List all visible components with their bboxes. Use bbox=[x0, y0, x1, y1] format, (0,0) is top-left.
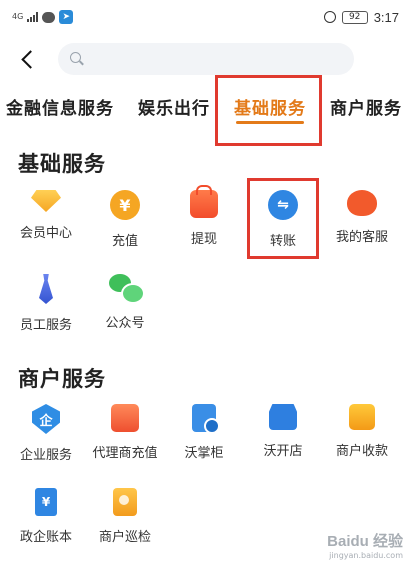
watermark-url: jingyan.baidu.com bbox=[329, 551, 403, 560]
tab-financial-info[interactable]: 金融信息服务 bbox=[6, 94, 114, 119]
enterprise-shield-icon: 企 bbox=[32, 404, 60, 434]
storefront-icon bbox=[269, 404, 297, 430]
service-item-withdraw[interactable]: 提现 bbox=[169, 185, 239, 247]
tab-merchant-services[interactable]: 商户服务 bbox=[330, 94, 402, 119]
service-item-gov-enterprise-ledger[interactable]: ¥ 政企账本 bbox=[11, 488, 81, 545]
service-item-merchant-inspection[interactable]: 商户巡检 bbox=[90, 488, 160, 545]
wechat-icon bbox=[109, 274, 145, 304]
service-item-customer-service[interactable]: 我的客服 bbox=[327, 190, 397, 245]
status-bar: 4G ➤ 92 3:17 bbox=[0, 0, 411, 34]
service-label: 政企账本 bbox=[19, 530, 72, 545]
badge-card-icon bbox=[113, 488, 137, 516]
watermark-logo: Baidu 经验 bbox=[327, 533, 403, 550]
status-time: 3:17 bbox=[373, 9, 399, 25]
search-input[interactable] bbox=[92, 51, 354, 67]
service-item-official-account[interactable]: 公众号 bbox=[90, 274, 160, 331]
document-check-icon bbox=[192, 404, 220, 434]
service-item-enterprise-service[interactable]: 企 企业服务 bbox=[11, 404, 81, 463]
send-arrow-icon: ➤ bbox=[59, 10, 74, 24]
service-item-member-center[interactable]: 会员中心 bbox=[11, 190, 81, 241]
highlight-box-transfer bbox=[247, 178, 319, 259]
service-item-merchant-payment[interactable]: 商户收款 bbox=[327, 404, 397, 459]
search-bar[interactable] bbox=[58, 43, 354, 75]
alarm-clock-icon bbox=[323, 11, 336, 23]
section-title-basic: 基础服务 bbox=[18, 152, 106, 176]
ledger-book-icon: ¥ bbox=[35, 488, 57, 516]
status-left: 4G ➤ bbox=[12, 10, 74, 24]
service-label: 会员中心 bbox=[19, 226, 72, 241]
service-item-recharge[interactable]: ¥ 充值 bbox=[90, 190, 160, 249]
service-label: 公众号 bbox=[105, 316, 145, 331]
yuan-coin-icon: ¥ bbox=[110, 190, 140, 220]
shop-bag-icon bbox=[111, 404, 139, 432]
back-button[interactable] bbox=[14, 44, 40, 74]
chat-bubble-icon bbox=[42, 11, 56, 23]
service-item-wo-open-store[interactable]: 沃开店 bbox=[248, 404, 318, 459]
status-right: 92 3:17 bbox=[323, 9, 399, 25]
chevron-left-icon bbox=[20, 49, 40, 69]
tab-entertainment-travel[interactable]: 娱乐出行 bbox=[138, 94, 210, 119]
grid-icon bbox=[349, 404, 375, 430]
highlight-box-tab bbox=[215, 75, 322, 146]
headset-icon bbox=[347, 190, 377, 216]
diamond-icon bbox=[31, 190, 61, 212]
service-label: 代理商充值 bbox=[92, 446, 158, 461]
service-label: 提现 bbox=[190, 232, 217, 247]
network-type: 4G bbox=[12, 12, 24, 21]
service-label: 沃掌柜 bbox=[184, 446, 224, 461]
section-title-merchant: 商户服务 bbox=[18, 367, 106, 391]
service-label: 商户巡检 bbox=[98, 530, 151, 545]
signal-bars-icon bbox=[27, 12, 39, 22]
service-item-agent-recharge[interactable]: 代理商充值 bbox=[90, 404, 160, 461]
search-icon bbox=[70, 52, 84, 66]
tie-icon bbox=[39, 274, 53, 304]
category-tabs: 金融信息服务 娱乐出行 基础服务 商户服务 bbox=[0, 84, 411, 144]
service-item-wo-zhanggui[interactable]: 沃掌柜 bbox=[169, 404, 239, 461]
bag-icon bbox=[190, 185, 218, 218]
battery-indicator: 92 bbox=[341, 10, 368, 24]
service-label: 充值 bbox=[111, 234, 138, 249]
service-label: 商户收款 bbox=[335, 444, 388, 459]
service-label: 企业服务 bbox=[19, 448, 72, 463]
service-label: 沃开店 bbox=[263, 444, 303, 459]
baidu-jingyan-watermark: Baidu 经验 jingyan.baidu.com bbox=[327, 530, 403, 560]
service-item-staff-service[interactable]: 员工服务 bbox=[11, 274, 81, 333]
service-label: 员工服务 bbox=[19, 318, 72, 333]
service-label: 我的客服 bbox=[335, 230, 388, 245]
